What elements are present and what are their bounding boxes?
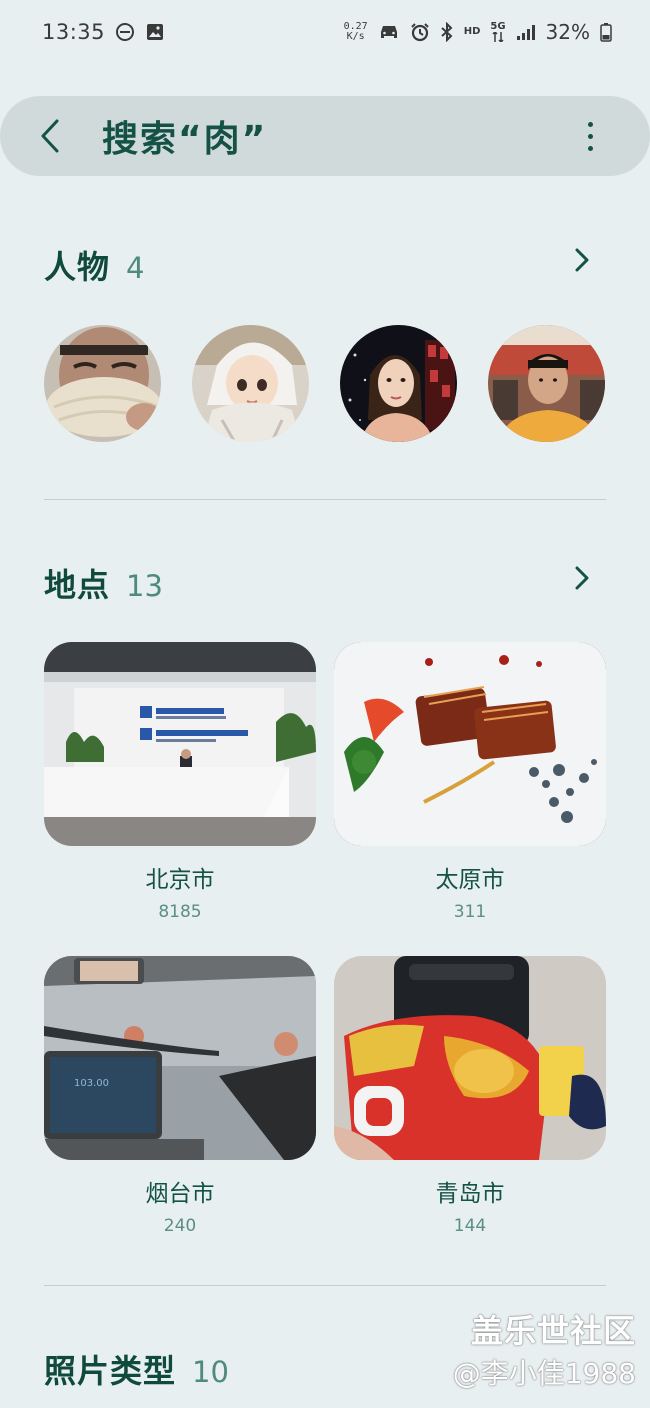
more-options-dot	[587, 145, 593, 151]
place-count: 311	[453, 902, 487, 922]
place-name: 北京市	[145, 867, 215, 893]
places-section-title: 地点	[44, 566, 111, 604]
more-options-dot	[587, 133, 593, 139]
search-query-title[interactable]: 搜索“肉”	[102, 110, 267, 162]
place-name: 烟台市	[145, 1181, 215, 1207]
person-photo-3	[340, 325, 457, 442]
place-photo-taiyuan	[334, 642, 606, 846]
place-card-yantai[interactable]: 103.00 烟台市 240	[44, 956, 316, 1236]
status-bar: 13:35 0.27 K/s HD 5G 32%	[0, 0, 650, 64]
chevron-right-icon	[575, 248, 589, 272]
section-divider-2	[44, 1285, 606, 1286]
place-count: 240	[163, 1216, 197, 1236]
people-section-title: 人物	[44, 248, 111, 286]
alarm-icon	[410, 22, 430, 42]
section-divider-1	[44, 499, 606, 500]
place-name: 太原市	[435, 867, 505, 893]
net-speed: 0.27 K/s	[344, 22, 368, 42]
status-left: 13:35	[42, 20, 165, 44]
battery-percent: 32%	[545, 20, 590, 44]
search-bar[interactable]: 搜索“肉”	[0, 96, 650, 176]
place-thumbnail	[334, 642, 606, 846]
place-card-beijing[interactable]: 北京市 8185	[44, 642, 316, 922]
place-name: 青岛市	[435, 1181, 505, 1207]
people-expand-button[interactable]	[570, 245, 594, 275]
places-expand-button[interactable]	[570, 563, 594, 593]
car-icon	[378, 23, 400, 41]
places-section-header[interactable]: 地点 13	[44, 560, 163, 606]
place-card-qingdao[interactable]: 青岛市 144	[334, 956, 606, 1236]
watermark-community: 盖乐世社区	[470, 1312, 636, 1350]
more-options-button[interactable]	[578, 116, 602, 156]
place-count: 8185	[158, 902, 202, 922]
people-section-count: 4	[126, 251, 145, 285]
back-button[interactable]	[30, 114, 70, 158]
status-right: 0.27 K/s HD 5G 32%	[344, 20, 612, 44]
more-options-icon	[587, 121, 593, 127]
back-arrow-icon	[41, 119, 59, 153]
person-photo-4	[488, 325, 605, 442]
place-thumbnail	[334, 956, 606, 1160]
person-avatar-2[interactable]	[190, 323, 311, 444]
status-time: 13:35	[42, 20, 106, 44]
chevron-right-icon	[575, 566, 589, 590]
place-photo-beijing	[44, 642, 316, 846]
place-thumbnail	[44, 642, 316, 846]
place-count: 144	[453, 1216, 487, 1236]
places-section-count: 13	[126, 569, 163, 603]
net-speed-unit: K/s	[346, 31, 365, 42]
person-photo-1	[44, 325, 161, 442]
photo-types-section-header[interactable]: 照片类型 10	[44, 1346, 229, 1392]
place-thumbnail: 103.00	[44, 956, 316, 1160]
watermark-author: @李小佳1988	[452, 1357, 636, 1390]
signal-icon	[516, 23, 536, 41]
bluetooth-icon	[440, 22, 454, 42]
do-not-disturb-icon	[115, 22, 135, 42]
gallery-icon	[145, 22, 165, 42]
place-photo-qingdao	[334, 956, 606, 1160]
svg-text:103.00: 103.00	[74, 1078, 109, 1089]
network-label: 5G	[490, 21, 506, 32]
place-card-taiyuan[interactable]: 太原市 311	[334, 642, 606, 922]
person-photo-2	[192, 325, 309, 442]
network-indicator: 5G	[490, 21, 506, 42]
person-avatar-3[interactable]	[338, 323, 459, 444]
place-photo-yantai: 103.00	[44, 956, 316, 1160]
photo-types-section-count: 10	[192, 1355, 229, 1389]
person-avatar-4[interactable]	[486, 323, 607, 444]
hd-label: HD	[463, 26, 481, 37]
photo-types-section-title: 照片类型	[44, 1352, 177, 1390]
battery-icon	[600, 22, 612, 42]
person-avatar-1[interactable]	[42, 323, 163, 444]
people-section-header[interactable]: 人物 4	[44, 242, 144, 288]
